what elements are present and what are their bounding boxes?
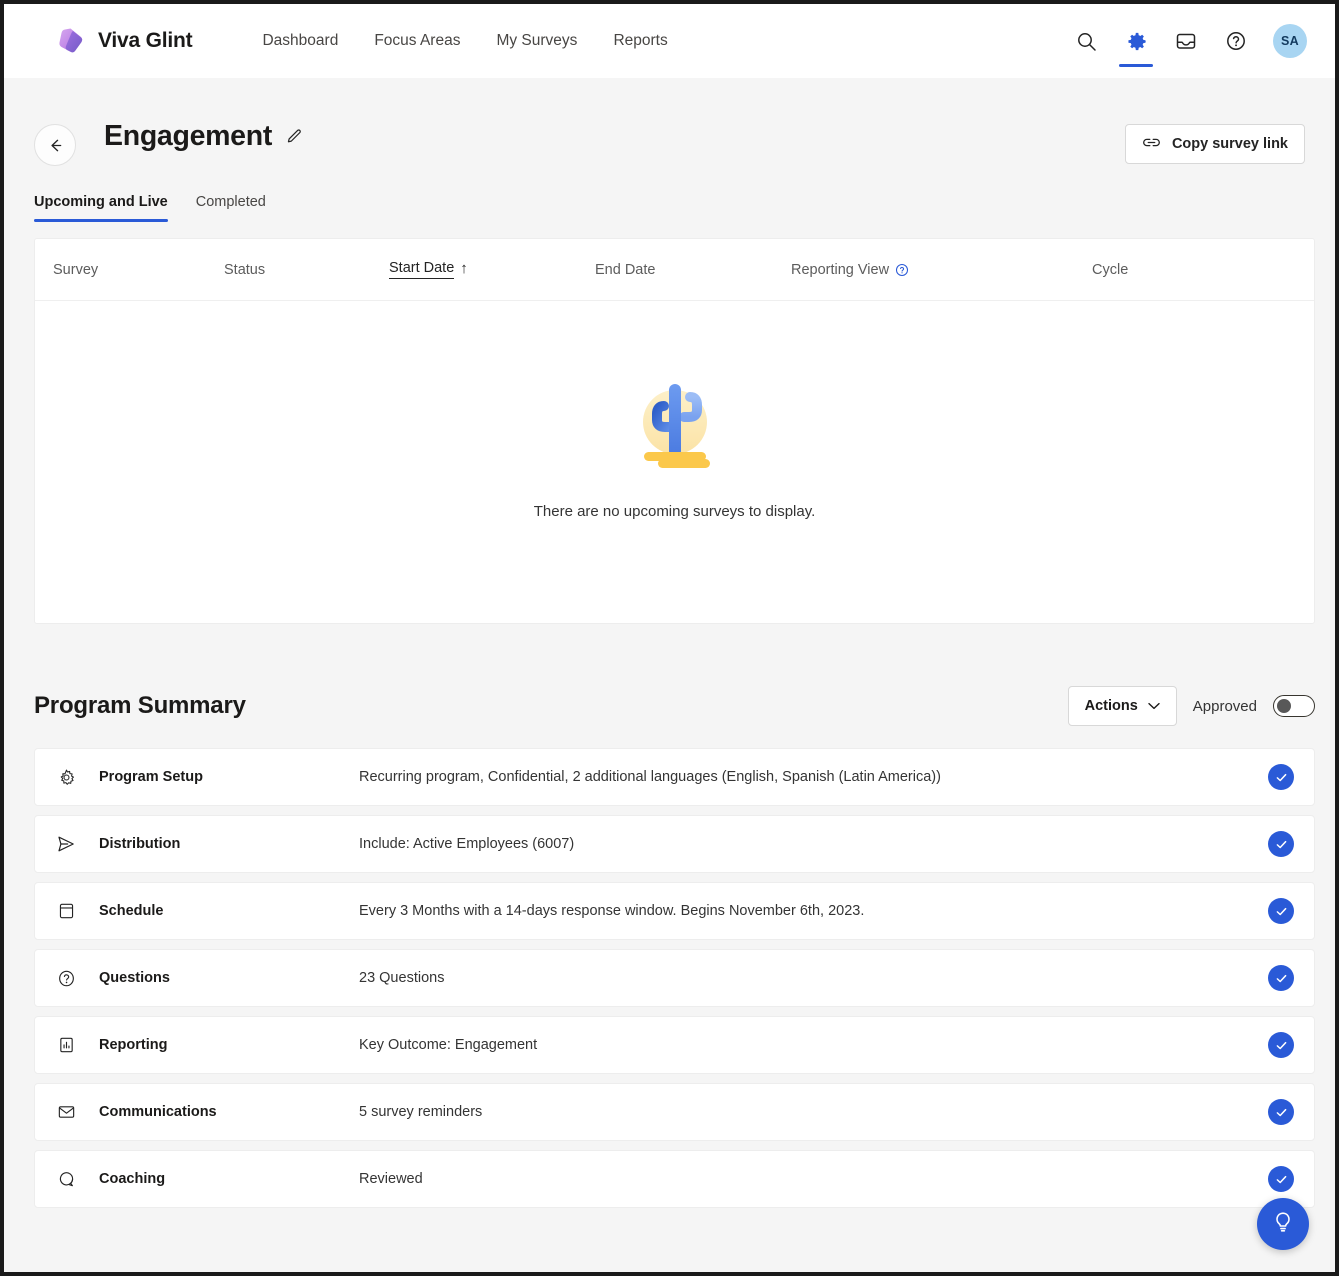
summary-row-label: Schedule: [99, 903, 164, 919]
link-icon: [1142, 135, 1161, 154]
summary-row-coaching[interactable]: Coaching Reviewed: [34, 1150, 1315, 1208]
question-circle-icon: [53, 969, 79, 988]
completed-check-icon: [1268, 898, 1294, 924]
nav-link-my-surveys[interactable]: My Surveys: [496, 32, 577, 50]
summary-row-value: Reviewed: [359, 1171, 423, 1187]
viva-glint-logo-icon: [56, 26, 86, 56]
column-header-end-date[interactable]: End Date: [595, 262, 791, 278]
page-title: Engagement: [104, 120, 273, 152]
summary-row-label: Distribution: [99, 836, 181, 852]
nav-link-reports[interactable]: Reports: [613, 32, 667, 50]
program-summary-rows: Program Setup Recurring program, Confide…: [34, 748, 1315, 1208]
cactus-desert-illustration-icon: [620, 370, 730, 481]
summary-row-label: Coaching: [99, 1171, 166, 1187]
nav-link-focus-areas[interactable]: Focus Areas: [374, 32, 460, 50]
envelope-icon: [53, 1104, 79, 1120]
summary-row-label: Questions: [99, 970, 170, 986]
approved-label: Approved: [1192, 697, 1257, 715]
lightbulb-icon: [1270, 1209, 1296, 1240]
tab-completed[interactable]: Completed: [196, 194, 266, 222]
inbox-icon[interactable]: [1173, 28, 1199, 54]
summary-row-value: Recurring program, Confidential, 2 addit…: [359, 769, 941, 785]
completed-check-icon: [1268, 1166, 1294, 1192]
nav-utility-icons: SA: [1073, 24, 1307, 67]
tab-upcoming-and-live[interactable]: Upcoming and Live: [34, 194, 168, 222]
summary-row-value: 23 Questions: [359, 970, 445, 986]
column-header-cycle[interactable]: Cycle: [1092, 262, 1128, 278]
chevron-down-icon: [1148, 698, 1160, 714]
summary-row-value: Key Outcome: Engagement: [359, 1037, 538, 1053]
toggle-knob: [1277, 698, 1291, 713]
calendar-icon: [53, 902, 79, 920]
actions-label: Actions: [1084, 698, 1138, 714]
table-header-row: Survey Status Start Date ↑ End Date Repo…: [35, 239, 1314, 301]
column-header-survey[interactable]: Survey: [53, 262, 224, 278]
summary-row-program-setup[interactable]: Program Setup Recurring program, Confide…: [34, 748, 1315, 806]
summary-row-value: Include: Active Employees (6007): [359, 836, 575, 852]
completed-check-icon: [1268, 831, 1294, 857]
survey-tabs: Upcoming and Live Completed: [4, 194, 1335, 222]
tips-lightbulb-button[interactable]: [1257, 1198, 1309, 1250]
summary-row-value: 5 survey reminders: [359, 1104, 483, 1120]
search-icon[interactable]: [1073, 28, 1099, 54]
copy-survey-link-label: Copy survey link: [1171, 136, 1288, 152]
summary-row-label: Communications: [99, 1104, 217, 1120]
surveys-table-card: Survey Status Start Date ↑ End Date Repo…: [34, 238, 1315, 624]
summary-row-value: Every 3 Months with a 14-days response w…: [359, 903, 865, 919]
summary-row-reporting[interactable]: Reporting Key Outcome: Engagement: [34, 1016, 1315, 1074]
brand-name: Viva Glint: [98, 29, 193, 52]
actions-button[interactable]: Actions: [1067, 686, 1177, 726]
bar-chart-icon: [53, 1036, 79, 1054]
summary-row-communications[interactable]: Communications 5 survey reminders: [34, 1083, 1315, 1141]
brand[interactable]: Viva Glint: [56, 26, 193, 56]
column-header-status[interactable]: Status: [224, 262, 389, 278]
send-icon: [53, 834, 79, 854]
completed-check-icon: [1268, 965, 1294, 991]
nav-link-dashboard[interactable]: Dashboard: [262, 32, 338, 50]
empty-state-message: There are no upcoming surveys to display…: [533, 503, 816, 520]
edit-pencil-icon[interactable]: [286, 128, 303, 145]
summary-row-distribution[interactable]: Distribution Include: Active Employees (…: [34, 815, 1315, 873]
avatar[interactable]: SA: [1273, 24, 1307, 58]
summary-row-label: Program Setup: [99, 769, 203, 785]
copy-survey-link-button[interactable]: Copy survey link: [1124, 124, 1305, 164]
empty-state: There are no upcoming surveys to display…: [35, 301, 1314, 623]
help-icon[interactable]: [1223, 28, 1249, 54]
summary-row-questions[interactable]: Questions 23 Questions: [34, 949, 1315, 1007]
completed-check-icon: [1268, 1099, 1294, 1125]
primary-nav: Dashboard Focus Areas My Surveys Reports: [262, 32, 667, 50]
summary-row-label: Reporting: [99, 1037, 168, 1053]
reporting-view-help-icon[interactable]: [895, 263, 909, 277]
program-summary-title: Program Summary: [34, 692, 246, 719]
chat-bubble-icon: [53, 1170, 79, 1189]
top-navigation-bar: Viva Glint Dashboard Focus Areas My Surv…: [4, 4, 1335, 78]
gear-icon: [53, 768, 79, 787]
summary-row-schedule[interactable]: Schedule Every 3 Months with a 14-days r…: [34, 882, 1315, 940]
title-group: Engagement: [104, 120, 303, 153]
column-header-reporting-view[interactable]: Reporting View: [791, 262, 1092, 278]
program-summary-header: Program Summary Actions Approved: [34, 686, 1315, 726]
app-screen: Viva Glint Dashboard Focus Areas My Surv…: [4, 4, 1335, 1272]
column-header-start-date[interactable]: Start Date ↑: [389, 260, 595, 279]
program-summary-controls: Actions Approved: [1067, 686, 1315, 726]
gear-icon[interactable]: [1119, 28, 1153, 67]
sort-ascending-icon: ↑: [460, 260, 468, 277]
approved-toggle[interactable]: [1273, 695, 1315, 717]
page-header: Engagement Copy survey link: [4, 78, 1335, 166]
back-button[interactable]: [34, 124, 76, 166]
completed-check-icon: [1268, 1032, 1294, 1058]
completed-check-icon: [1268, 764, 1294, 790]
